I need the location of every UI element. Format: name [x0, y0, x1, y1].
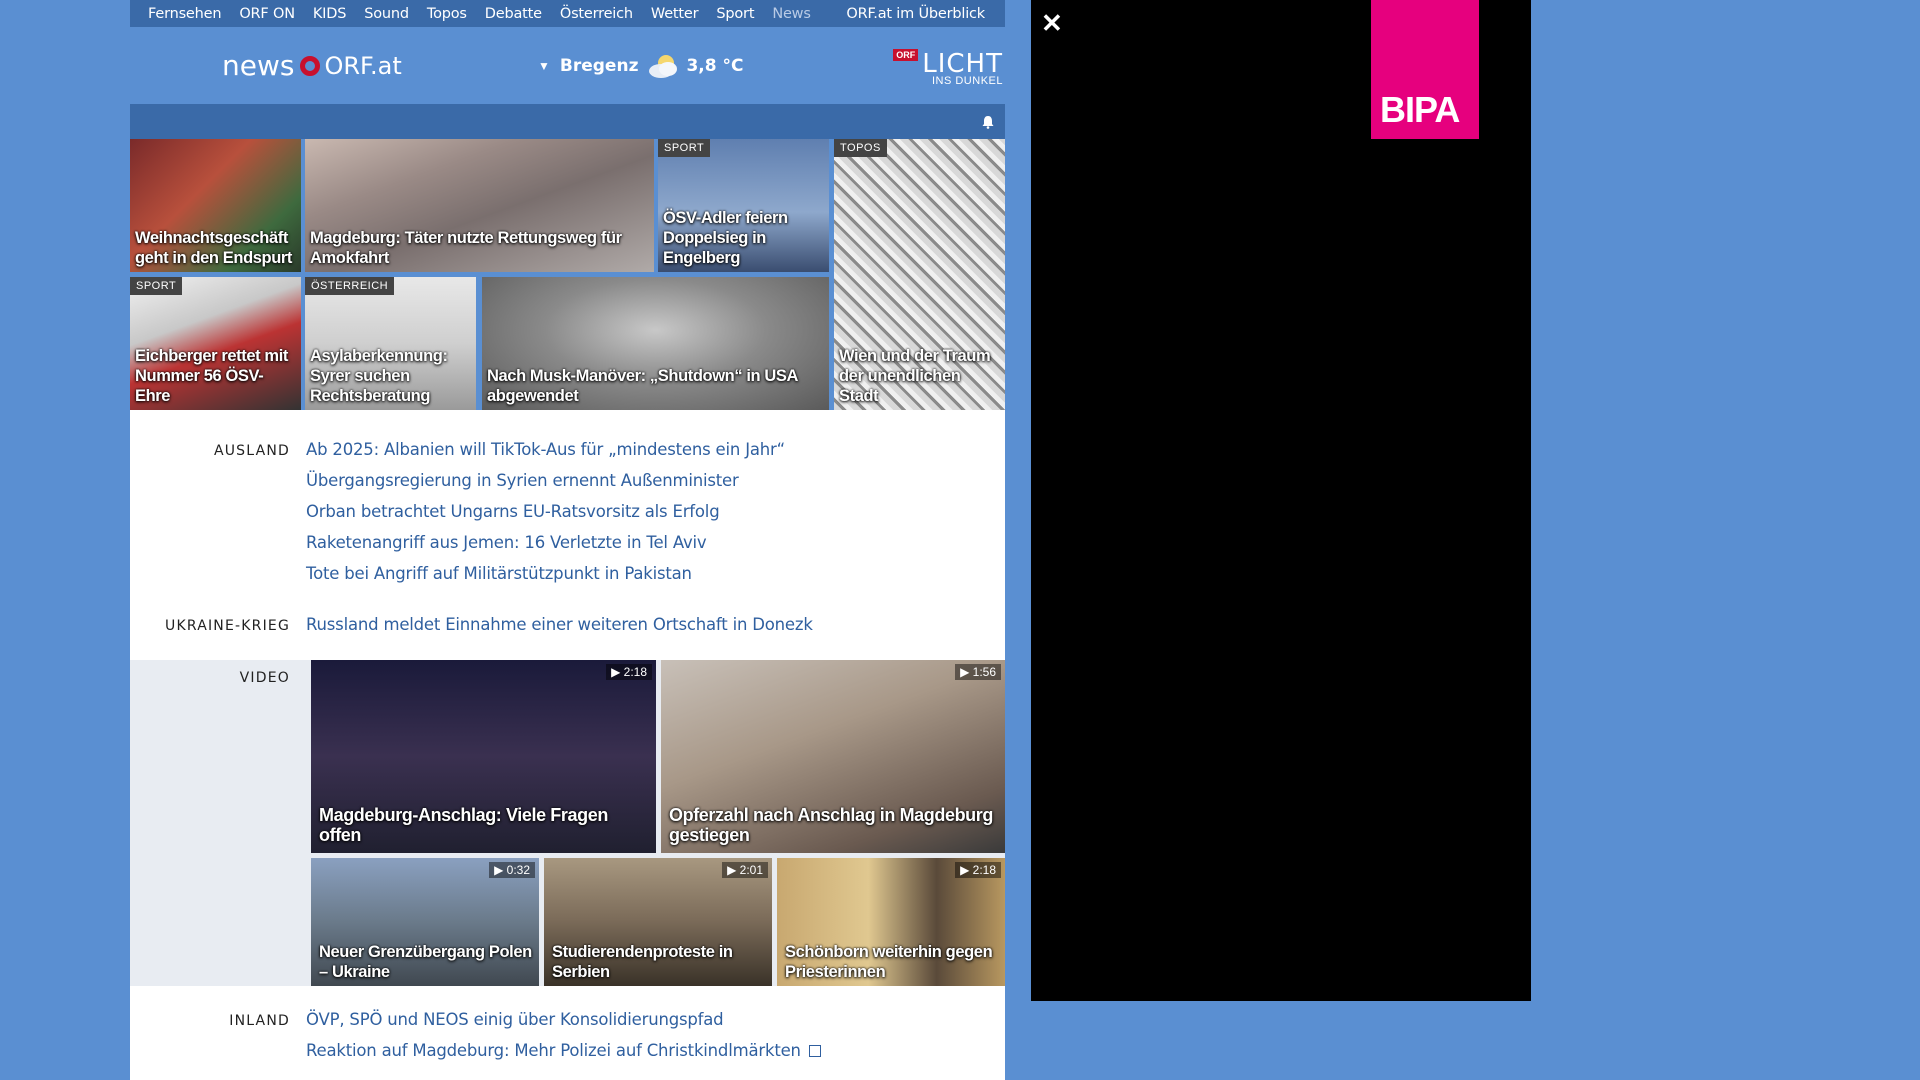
nav-debatte[interactable]: Debatte — [485, 6, 542, 22]
bipa-logo[interactable]: BIPA — [1371, 0, 1479, 139]
tile-caption: Nach Musk-Manöver: „Shutdown“ in USA abg… — [487, 367, 798, 405]
story-tile[interactable]: TOPOS Wien und der Traum der unendlichen… — [834, 139, 1005, 410]
partly-cloudy-icon — [649, 55, 678, 78]
logo-orf-text: ORF.at — [324, 51, 402, 80]
nav-sport[interactable]: Sport — [716, 6, 754, 22]
section-label-ausland: AUSLAND — [213, 443, 290, 459]
video-tile[interactable]: ▶ 2:18 Magdeburg-Anschlag: Viele Fragen … — [311, 660, 656, 853]
tile-caption: ÖSV-Adler feiern Doppelsieg in Engelberg — [663, 209, 788, 267]
nav-topos[interactable]: Topos — [427, 6, 467, 22]
headline-text: Reaktion auf Magdeburg: Mehr Polizei auf… — [306, 1041, 801, 1060]
bell-icon[interactable] — [981, 115, 995, 129]
top-navigation: Fernsehen ORF ON KIDS Sound Topos Debatt… — [130, 0, 1005, 27]
weather-temperature: 3,8 °C — [686, 56, 744, 76]
nav-news[interactable]: News — [772, 6, 811, 22]
external-link-icon — [808, 1045, 821, 1057]
nav-oesterreich[interactable]: Österreich — [560, 6, 633, 22]
video-duration: ▶ 2:18 — [955, 862, 1001, 878]
video-duration: ▶ 0:32 — [489, 862, 535, 878]
video-tile[interactable]: ▶ 2:01 Studierendenproteste in Serbien — [544, 858, 772, 986]
nav-orf-on[interactable]: ORF ON — [239, 6, 295, 22]
video-duration: ▶ 2:18 — [606, 664, 652, 680]
tile-caption: Weihnachtsgeschäft geht in den Endspurt — [135, 229, 292, 267]
story-tile[interactable]: Magdeburg: Täter nutzte Rettungsweg für … — [305, 139, 654, 272]
headline-link[interactable]: ÖVP, SPÖ und NEOS einig über Konsolidier… — [306, 1010, 724, 1029]
ins-dunkel-text: INS DUNKEL — [931, 75, 1003, 87]
story-tile[interactable]: ÖSTERREICH Asylaberkennung: Syrer suchen… — [305, 277, 476, 410]
headline-link[interactable]: Tote bei Angriff auf Militärstützpunkt i… — [306, 564, 692, 583]
category-badge: TOPOS — [834, 139, 887, 157]
video-tile[interactable]: ▶ 2:18 Schönborn weiterhin gegen Prieste… — [777, 858, 1005, 986]
category-badge: SPORT — [130, 277, 183, 295]
category-badge: ÖSTERREICH — [305, 277, 395, 295]
weather-city: Bregenz — [559, 56, 639, 76]
headline-link[interactable]: Russland meldet Einnahme einer weiteren … — [306, 615, 813, 634]
tile-caption: Magdeburg: Täter nutzte Rettungsweg für … — [310, 229, 622, 267]
nav-wetter[interactable]: Wetter — [651, 6, 699, 22]
advertisement-panel: ✕ BIPA — [1031, 0, 1531, 1001]
section-label-ukraine: UKRAINE-KRIEG — [165, 618, 290, 634]
bipa-text: BIPA — [1380, 89, 1460, 130]
section-label-inland: INLAND — [229, 1013, 290, 1029]
headline-link[interactable]: Orban betrachtet Ungarns EU-Ratsvorsitz … — [306, 502, 720, 521]
tile-caption: Opferzahl nach Anschlag in Magdeburg ges… — [669, 805, 993, 845]
orf-ring-icon — [300, 55, 321, 76]
tile-caption: Neuer Grenzübergang Polen – Ukraine — [319, 943, 532, 981]
logo-news-text: news — [222, 49, 295, 82]
section-label-video: VIDEO — [239, 670, 290, 686]
tile-caption: Studierendenproteste in Serbien — [552, 943, 733, 981]
nav-overview[interactable]: ORF.at im Überblick — [846, 6, 985, 22]
story-tile[interactable]: Nach Musk-Manöver: „Shutdown“ in USA abg… — [482, 277, 829, 410]
headline-link[interactable]: Reaktion auf Magdeburg: Mehr Polizei auf… — [306, 1041, 821, 1060]
licht-ins-dunkel-logo[interactable]: ORF LICHT INS DUNKEL — [893, 49, 1003, 87]
story-tile[interactable]: SPORT Eichberger rettet mit Nummer 56 ÖS… — [130, 277, 301, 410]
nav-kids[interactable]: KIDS — [313, 6, 347, 22]
tile-caption: Wien und der Traum der unendlichen Stadt — [839, 347, 991, 405]
story-tile[interactable]: Weihnachtsgeschäft geht in den Endspurt — [130, 139, 301, 272]
tile-caption: Schönborn weiterhin gegen Priesterinnen — [785, 943, 993, 981]
tile-caption: Asylaberkennung: Syrer suchen Rechtsbera… — [310, 347, 448, 405]
headline-link[interactable]: Übergangsregierung in Syrien ernennt Auß… — [306, 471, 739, 490]
video-duration: ▶ 1:56 — [955, 664, 1001, 680]
nav-fernsehen[interactable]: Fernsehen — [148, 6, 222, 22]
video-tile[interactable]: ▶ 1:56 Opferzahl nach Anschlag in Magdeb… — [661, 660, 1005, 853]
video-tile[interactable]: ▶ 0:32 Neuer Grenzübergang Polen – Ukrai… — [311, 858, 539, 986]
video-duration: ▶ 2:01 — [722, 862, 768, 878]
headline-link[interactable]: Raketenangriff aus Jemen: 16 Verletzte i… — [306, 533, 707, 552]
tile-caption: Eichberger rettet mit Nummer 56 ÖSV-Ehre — [135, 347, 288, 405]
close-icon[interactable]: ✕ — [1041, 8, 1063, 39]
dropdown-arrow-icon[interactable]: ▼ — [538, 59, 550, 73]
category-badge: SPORT — [658, 139, 711, 157]
nav-sound[interactable]: Sound — [364, 6, 409, 22]
tile-caption: Magdeburg-Anschlag: Viele Fragen offen — [319, 805, 608, 845]
story-tile[interactable]: SPORT ÖSV-Adler feiern Doppelsieg in Eng… — [658, 139, 829, 272]
site-header: news ORF.at ▼ Bregenz 3,8 °C ORF LICHT IN… — [130, 27, 1005, 104]
orf-badge: ORF — [893, 49, 919, 61]
header-strip — [130, 104, 1005, 139]
headline-link[interactable]: Ab 2025: Albanien will TikTok-Aus für „m… — [306, 440, 785, 459]
weather-widget[interactable]: ▼ Bregenz 3,8 °C — [538, 53, 743, 79]
news-orf-logo[interactable]: news ORF.at — [222, 49, 402, 82]
